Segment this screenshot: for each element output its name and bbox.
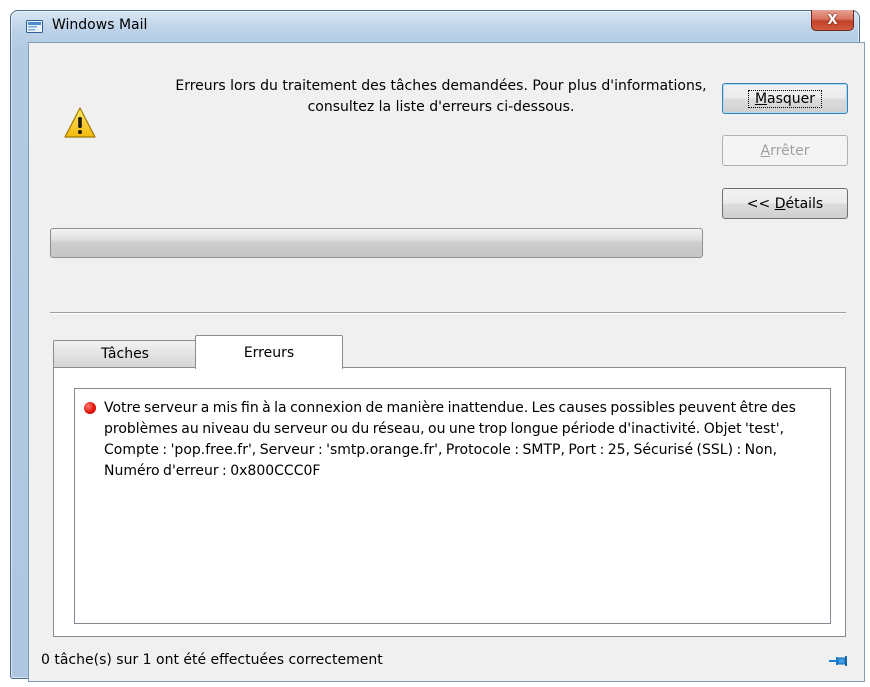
status-text: 0 tâche(s) sur 1 ont été effectuées corr… <box>41 652 383 668</box>
warning-icon <box>64 107 96 138</box>
details-button[interactable]: << Détails <box>722 188 848 219</box>
windows-mail-icon <box>26 20 43 33</box>
title-bar[interactable]: Windows Mail X <box>11 10 859 39</box>
tab-errors[interactable]: Erreurs <box>195 335 343 369</box>
errors-tab-panel: Votre serveur a mis fin à la connexion d… <box>53 367 846 637</box>
pin-icon[interactable] <box>829 655 847 667</box>
progress-bar <box>50 228 703 258</box>
error-list[interactable]: Votre serveur a mis fin à la connexion d… <box>74 388 831 624</box>
window-title: Windows Mail <box>52 17 148 33</box>
error-message: Votre serveur a mis fin à la connexion d… <box>104 400 796 479</box>
separator-line <box>50 312 846 314</box>
close-button[interactable]: X <box>811 10 854 31</box>
stop-button[interactable]: Arrêter <box>722 135 848 166</box>
dialog-window: Windows Mail X Erreurs lors du traitemen… <box>10 10 865 682</box>
tab-tasks[interactable]: Tâches <box>53 340 197 367</box>
status-message: Erreurs lors du traitement des tâches de… <box>175 78 707 115</box>
dialog-client-area: Erreurs lors du traitement des tâches de… <box>28 42 865 682</box>
hide-button[interactable]: Masquer <box>722 83 848 114</box>
error-icon <box>84 402 96 414</box>
